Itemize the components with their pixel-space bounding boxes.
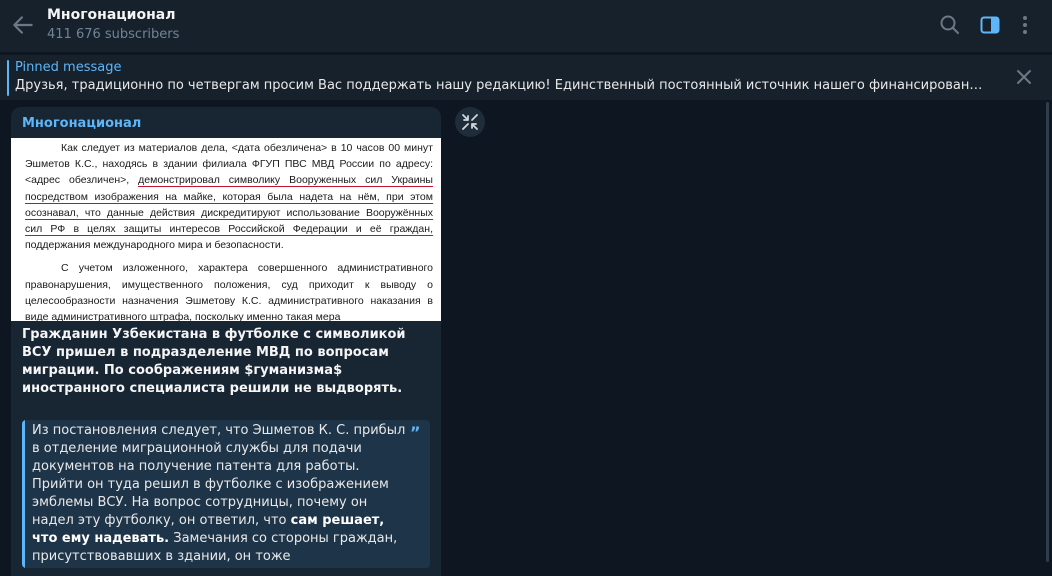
blockquote: ” Из постановления следует, что Эшметов … <box>22 420 430 568</box>
pinned-label: Pinned message <box>15 60 122 75</box>
scrollbar[interactable] <box>1046 102 1049 562</box>
collapse-button[interactable] <box>455 107 485 137</box>
document-paragraph: С учетом изложенного, характера совершен… <box>25 262 433 321</box>
quote-accent-bar <box>22 420 25 568</box>
message-bubble: Многонационал Как следует из материалов … <box>11 107 441 576</box>
message-caption: Гражданин Узбекистана в футболке с симво… <box>22 327 406 396</box>
chat-header: Многонационал 411 676 subscribers <box>0 0 1052 52</box>
sidebar-toggle-icon[interactable] <box>978 13 1002 37</box>
pinned-text: Друзья, традиционно по четвергам просим … <box>15 78 990 93</box>
document-paragraph: Как следует из материалов дела, <дата об… <box>25 140 433 253</box>
pinned-message-bar[interactable]: Pinned message Друзья, традиционно по че… <box>0 54 1052 100</box>
collapse-icon <box>462 114 478 130</box>
message-photo[interactable]: Как следует из материалов дела, <дата об… <box>11 138 441 321</box>
pinned-indicator <box>7 60 9 96</box>
subscriber-count: 411 676 subscribers <box>47 27 180 42</box>
channel-title[interactable]: Многонационал <box>47 7 175 23</box>
quote-text: Из постановления следует, что Эшметов К.… <box>32 422 407 568</box>
document-text: поддержания международного мира и безопа… <box>25 239 284 252</box>
close-icon[interactable] <box>1012 65 1036 89</box>
more-vertical-icon[interactable] <box>1013 13 1037 37</box>
search-icon[interactable] <box>938 13 962 37</box>
message-author[interactable]: Многонационал <box>22 116 141 131</box>
arrow-left-icon[interactable] <box>10 12 36 38</box>
quote-icon: ” <box>410 423 421 442</box>
